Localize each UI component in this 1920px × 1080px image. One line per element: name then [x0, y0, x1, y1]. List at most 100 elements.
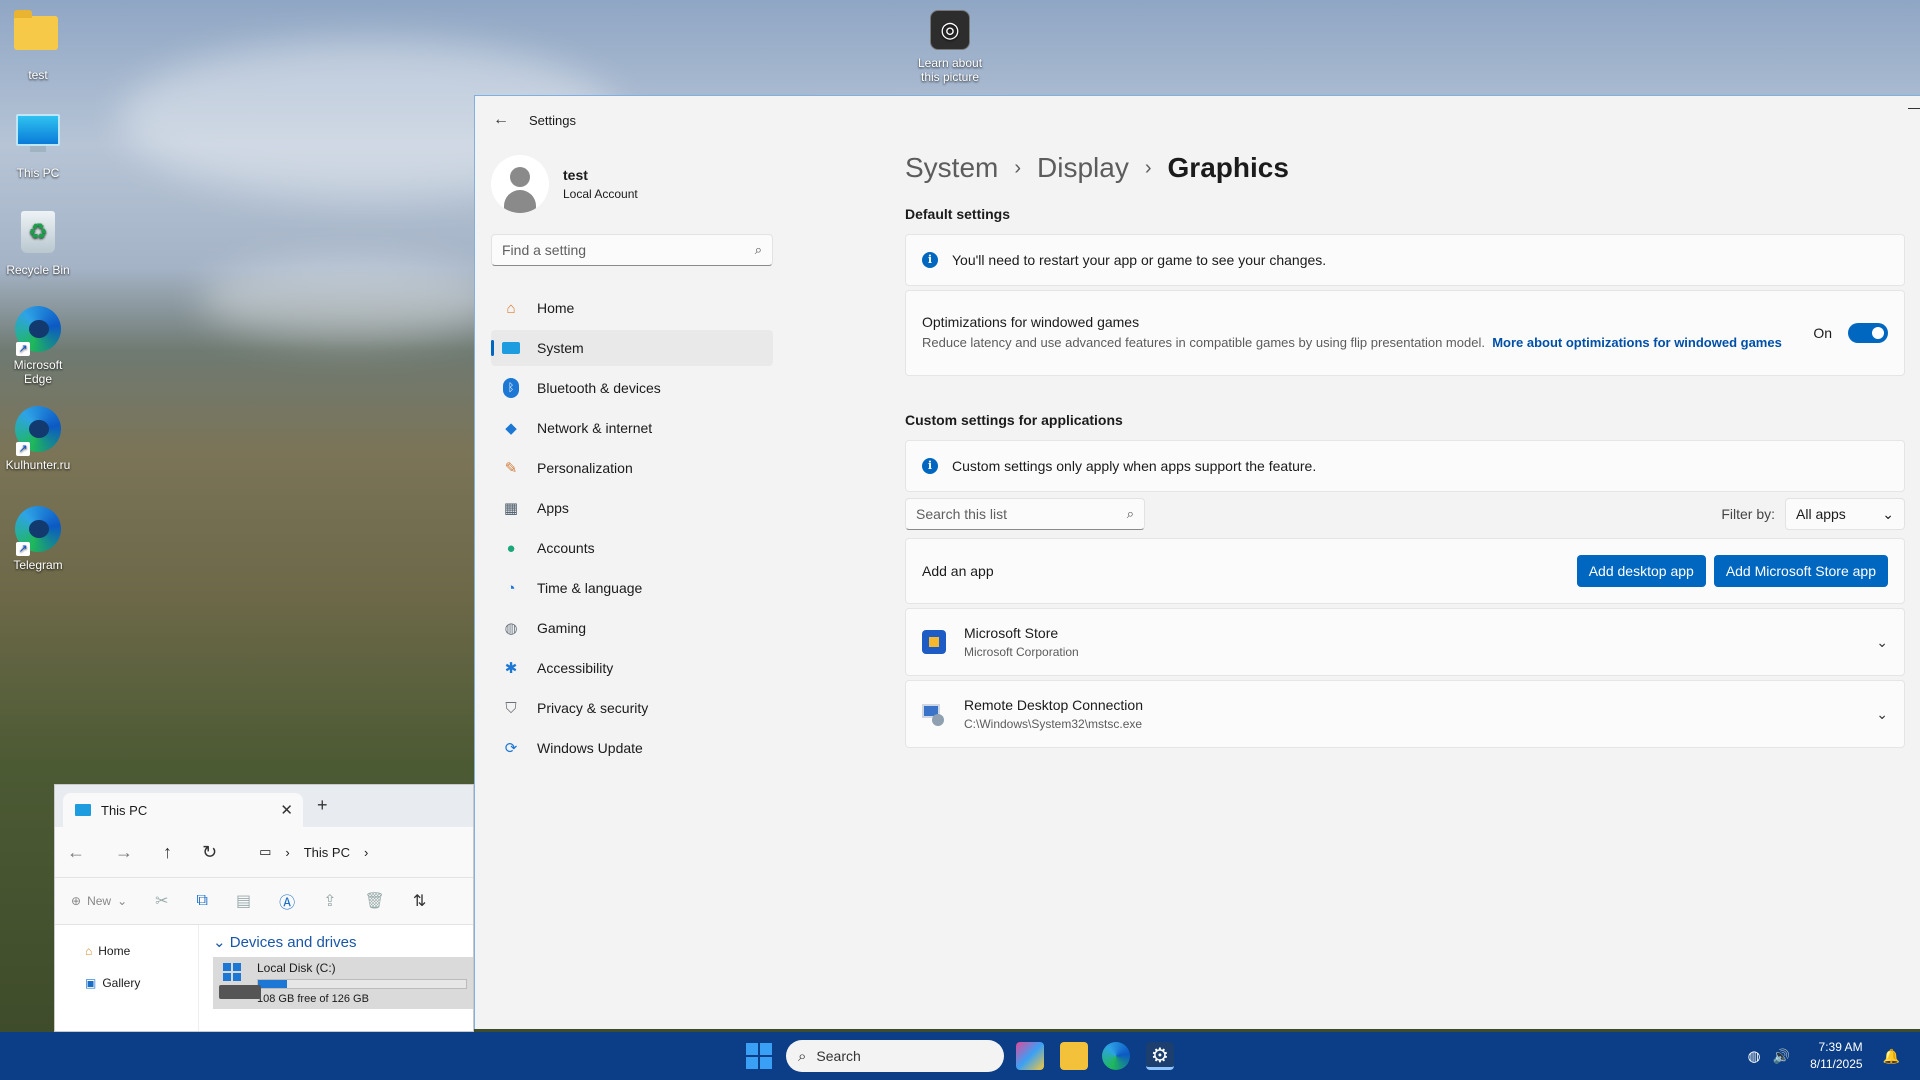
- forward-arrow-icon[interactable]: →: [115, 842, 133, 863]
- add-app-label: Add an app: [922, 563, 994, 579]
- app-row-microsoft-store[interactable]: Microsoft Store Microsoft Corporation ⌄: [905, 608, 1905, 676]
- cut-icon[interactable]: ✂: [155, 891, 168, 911]
- clock-time: 7:39 AM: [1818, 1040, 1863, 1055]
- file-explorer-window[interactable]: This PC ✕ + ← → ↑ ↻ ▭ › This PC › ⊕ New ⌄ …: [54, 784, 474, 1032]
- wifi-icon: ◆: [505, 420, 517, 437]
- nav-item-bluetooth[interactable]: ᛒ Bluetooth & devices: [491, 370, 773, 406]
- nav-item-accounts[interactable]: ● Accounts: [491, 530, 773, 566]
- nav-item-label: Accounts: [537, 540, 595, 556]
- home-icon: ⌂: [85, 944, 93, 958]
- nav-item-gaming[interactable]: ◍ Gaming: [491, 610, 773, 646]
- taskbar-search-box[interactable]: ⌕ Search: [786, 1040, 1004, 1072]
- toggle-state-label: On: [1813, 325, 1832, 341]
- nav-item-windows-update[interactable]: ⟳ Windows Update: [491, 730, 773, 766]
- nav-item-label: Personalization: [537, 460, 633, 476]
- optimizations-toggle[interactable]: [1848, 323, 1888, 343]
- minimize-button[interactable]: [1908, 108, 1920, 109]
- taskbar-widgets-icon[interactable]: [1016, 1042, 1044, 1070]
- app-row-remote-desktop[interactable]: Remote Desktop Connection C:\Windows\Sys…: [905, 680, 1905, 748]
- default-settings-heading: Default settings: [905, 206, 1011, 222]
- share-icon[interactable]: ⇪: [323, 891, 336, 911]
- sort-icon[interactable]: ⇅: [413, 891, 426, 911]
- desktop-icon-test-folder[interactable]: test: [0, 8, 76, 82]
- chevron-down-icon[interactable]: ⌄: [1876, 706, 1888, 723]
- address-bar[interactable]: ▭ › This PC ›: [259, 844, 368, 860]
- rename-icon[interactable]: Ⓐ: [279, 889, 295, 913]
- settings-window[interactable]: ← Settings test Local Account ⌕ ⌂ Home Sy…: [474, 95, 1920, 1029]
- nav-item-network[interactable]: ◆ Network & internet: [491, 410, 773, 446]
- nav-item-system[interactable]: System: [491, 330, 773, 366]
- plus-circle-icon: ⊕: [71, 894, 82, 908]
- search-list-box[interactable]: ⌕: [905, 498, 1145, 530]
- add-desktop-app-button[interactable]: Add desktop app: [1576, 555, 1706, 587]
- nav-item-personalization[interactable]: ✎ Personalization: [491, 450, 773, 486]
- nav-item-privacy[interactable]: ⛉ Privacy & security: [491, 690, 773, 726]
- nav-item-label: Bluetooth & devices: [537, 380, 661, 396]
- bluetooth-icon: ᛒ: [501, 378, 521, 398]
- restart-notice-text: You'll need to restart your app or game …: [952, 252, 1327, 268]
- group-header-label: Devices and drives: [229, 934, 357, 951]
- desktop-icon-label: Microsoft Edge: [13, 358, 63, 387]
- paste-icon[interactable]: ▤: [236, 891, 251, 911]
- start-button[interactable]: [746, 1043, 772, 1069]
- delete-icon[interactable]: 🗑: [365, 891, 385, 911]
- refresh-icon[interactable]: ↻: [202, 842, 217, 863]
- desktop-icon-label: test: [28, 68, 48, 82]
- filter-dropdown[interactable]: All apps ⌄: [1785, 498, 1905, 530]
- brush-icon: ✎: [504, 460, 518, 477]
- breadcrumb-display[interactable]: Display: [1037, 152, 1129, 184]
- account-header[interactable]: test Local Account: [491, 154, 773, 214]
- custom-notice-text: Custom settings only apply when apps sup…: [952, 458, 1317, 474]
- up-arrow-icon[interactable]: ↑: [163, 842, 172, 863]
- chevron-down-icon: ⌄: [213, 934, 230, 951]
- shortcut-arrow-icon: ↗: [16, 442, 30, 456]
- drive-usage-bar: [257, 979, 467, 989]
- globe-icon[interactable]: ◍: [1748, 1047, 1761, 1065]
- breadcrumb-system[interactable]: System: [905, 152, 998, 184]
- desktop-icon-label: Kulhunter.ru: [5, 458, 71, 472]
- group-header-devices[interactable]: ⌄ Devices and drives: [213, 933, 473, 951]
- home-icon: ⌂: [506, 299, 516, 317]
- find-setting-search[interactable]: ⌕: [491, 234, 773, 266]
- gamepad-icon: ◍: [504, 620, 518, 637]
- app-path: C:\Windows\System32\mstsc.exe: [964, 717, 1143, 731]
- avatar: [491, 155, 549, 213]
- settings-sidebar: test Local Account ⌕ ⌂ Home System ᛒ Bluet…: [491, 154, 773, 770]
- nav-item-apps[interactable]: ▦ Apps: [491, 490, 773, 526]
- back-arrow-icon[interactable]: ←: [67, 842, 85, 863]
- desktop-icon-this-pc[interactable]: This PC: [0, 108, 76, 180]
- clock-date: 8/11/2025: [1810, 1057, 1863, 1071]
- explorer-toolbar: ⊕ New ⌄ ✂ ⧉ ▤ Ⓐ ⇪ 🗑 ⇅: [55, 877, 473, 925]
- nav-item-time-language[interactable]: ◔ Time & language: [491, 570, 773, 606]
- back-arrow-icon[interactable]: ←: [493, 111, 509, 129]
- taskbar-clock[interactable]: 7:39 AM 8/11/2025: [1810, 1039, 1863, 1073]
- nav-item-home[interactable]: ⌂ Home: [491, 290, 773, 326]
- address-segment[interactable]: This PC: [304, 845, 350, 860]
- taskbar-file-explorer-icon[interactable]: [1060, 1042, 1088, 1070]
- learn-about-picture-icon[interactable]: ◎ Learn about this picture: [910, 10, 990, 85]
- sidebar-item-home[interactable]: ⌂ Home: [85, 935, 198, 967]
- apps-icon: ▦: [503, 500, 519, 517]
- desktop-icon-recycle-bin[interactable]: ♻ Recycle Bin: [0, 208, 76, 277]
- copy-icon[interactable]: ⧉: [197, 892, 208, 910]
- taskbar-edge-icon[interactable]: [1102, 1042, 1130, 1070]
- drive-local-disk-c[interactable]: Local Disk (C:) 108 GB free of 126 GB: [213, 957, 473, 1009]
- search-list-input[interactable]: [916, 506, 1127, 522]
- sidebar-item-gallery[interactable]: ▣ Gallery: [85, 967, 198, 999]
- close-icon[interactable]: ✕: [280, 801, 293, 819]
- optimizations-learn-more-link[interactable]: More about optimizations for windowed ga…: [1492, 335, 1782, 350]
- new-tab-button[interactable]: +: [317, 795, 328, 816]
- desktop-icon-microsoft-edge[interactable]: ↗ Microsoft Edge: [0, 306, 76, 387]
- find-setting-input[interactable]: [502, 242, 755, 258]
- nav-item-accessibility[interactable]: ✱ Accessibility: [491, 650, 773, 686]
- chevron-down-icon[interactable]: ⌄: [1876, 634, 1888, 651]
- taskbar-settings-gear-icon[interactable]: ⚙: [1146, 1042, 1174, 1070]
- custom-settings-heading: Custom settings for applications: [905, 412, 1123, 428]
- add-store-app-button[interactable]: Add Microsoft Store app: [1713, 555, 1888, 587]
- desktop-icon-kulhunter[interactable]: ↗ Kulhunter.ru: [0, 406, 76, 472]
- explorer-tab-this-pc[interactable]: This PC ✕: [63, 793, 303, 827]
- new-button[interactable]: ⊕ New ⌄: [71, 894, 127, 908]
- desktop-icon-telegram[interactable]: ↗ Telegram: [0, 506, 76, 572]
- notification-bell-icon[interactable]: 🔔: [1883, 1048, 1900, 1065]
- volume-icon[interactable]: 🔊: [1773, 1048, 1790, 1065]
